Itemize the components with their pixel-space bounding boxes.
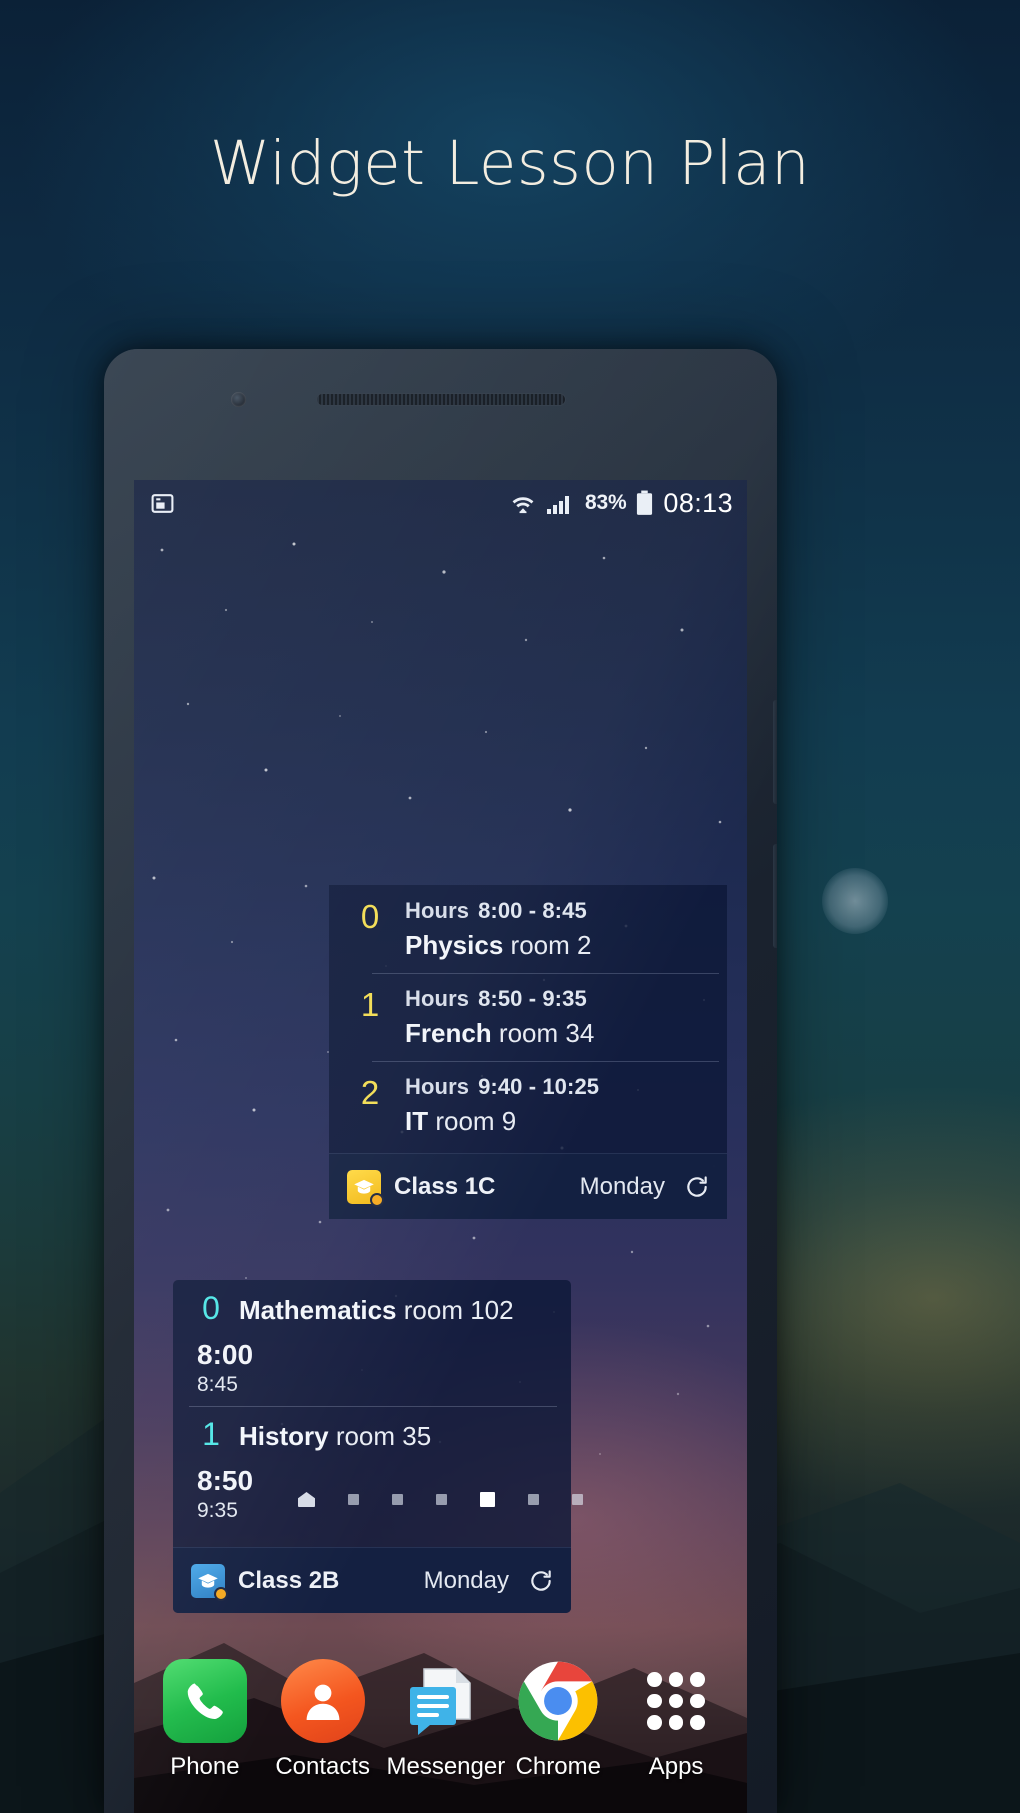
page-dot-6[interactable]	[572, 1494, 583, 1505]
lesson-subject: French	[405, 1018, 492, 1048]
page-dot-2[interactable]	[392, 1494, 403, 1505]
phone-icon	[162, 1659, 247, 1743]
widget-day-label: Monday	[579, 1172, 665, 1200]
widget-2b-footer[interactable]: Class 2B Monday	[173, 1547, 571, 1613]
lesson-header: 0 Mathematics room 102	[183, 1290, 557, 1327]
lesson-room: room 34	[498, 1018, 595, 1048]
lesson-room: room 35	[335, 1421, 432, 1451]
lesson-start-time: 8:00	[197, 1339, 254, 1370]
lesson-details: Hours 8:50 - 9:35 French room 34	[393, 986, 594, 1049]
refresh-icon[interactable]	[683, 1173, 711, 1201]
lesson-index: 1	[202, 1416, 220, 1452]
dock-label: Messenger	[386, 1753, 506, 1780]
graduation-cap-icon	[347, 1169, 384, 1207]
lesson-subject: Mathematics	[239, 1295, 397, 1325]
lesson-hours: Hours 8:50 - 9:35	[405, 986, 594, 1012]
hours-value: 9:40 - 10:25	[478, 1074, 600, 1099]
widget-class-label: Class 1C	[394, 1172, 496, 1200]
lesson-subject-line: IT room 9	[405, 1106, 599, 1137]
lesson-room: room 2	[510, 930, 592, 960]
widget-badge	[370, 1192, 384, 1207]
lesson-row[interactable]: 2 Hours 9:40 - 10:25 IT room 9	[329, 1061, 727, 1149]
lesson-subject-line: Physics room 2	[405, 930, 591, 961]
battery-percent-label: 83%	[584, 491, 627, 514]
lesson-index: 1	[360, 986, 380, 1023]
lesson-hours: Hours 8:00 - 8:45	[405, 898, 591, 924]
widget-day-label: Monday	[423, 1566, 509, 1594]
dock-label: Contacts	[275, 1753, 371, 1780]
wifi-icon	[512, 497, 534, 514]
messenger-icon	[398, 1659, 482, 1743]
battery-icon	[637, 490, 653, 515]
widget-class-label: Class 2B	[238, 1566, 340, 1594]
lesson-subject-line: French room 34	[405, 1018, 594, 1049]
lesson-room: room 102	[403, 1295, 514, 1325]
dock-item-messenger[interactable]: Messenger	[386, 1659, 506, 1781]
page-dot-1[interactable]	[348, 1494, 359, 1505]
dock: Phone Contacts Messenger Chrome Apps	[134, 1641, 747, 1813]
graduation-cap-icon	[191, 1563, 228, 1601]
screenshot-icon	[151, 493, 174, 513]
refresh-icon[interactable]	[527, 1567, 555, 1595]
lesson-index: 2	[360, 1074, 380, 1111]
hours-label: Hours	[405, 1074, 470, 1099]
widget-badge	[214, 1586, 228, 1601]
hours-label: Hours	[405, 986, 470, 1011]
widget-1c-lesson-list: 0 Hours 8:00 - 8:45 Physics room 2 1 Hou…	[329, 885, 727, 1149]
status-bar-right: 83% 08:13	[509, 488, 733, 519]
lesson-index: 0	[360, 898, 380, 935]
apps-grid-icon	[634, 1659, 718, 1743]
page-dot-5[interactable]	[528, 1494, 539, 1505]
widget-class-1c[interactable]: 0 Hours 8:00 - 8:45 Physics room 2 1 Hou…	[329, 885, 727, 1219]
dock-label: Phone	[170, 1753, 240, 1780]
page-dot-3[interactable]	[436, 1494, 447, 1505]
contacts-icon	[280, 1659, 365, 1743]
hours-value: 8:00 - 8:45	[478, 898, 587, 923]
widget-class-2b[interactable]: 0 Mathematics room 102 8:00 8:45 1 Histo…	[173, 1280, 571, 1613]
page-dot-home[interactable]	[298, 1492, 315, 1507]
lesson-subject: Physics	[405, 930, 504, 960]
volume-up-button[interactable]	[773, 700, 777, 804]
lesson-hours: Hours 9:40 - 10:25	[405, 1074, 599, 1100]
clock-label: 08:13	[663, 487, 733, 518]
lesson-subject-line: Mathematics room 102	[239, 1295, 514, 1326]
page-title: Widget Lesson Plan	[209, 128, 811, 199]
lesson-row[interactable]: 1 Hours 8:50 - 9:35 French room 34	[329, 973, 727, 1061]
dock-item-contacts[interactable]: Contacts	[269, 1659, 377, 1781]
lesson-details: Hours 9:40 - 10:25 IT room 9	[393, 1074, 599, 1137]
dock-label: Apps	[648, 1753, 704, 1780]
dock-item-phone[interactable]: Phone	[151, 1659, 259, 1781]
dock-item-chrome[interactable]: Chrome	[504, 1659, 612, 1781]
signal-icon	[546, 496, 569, 514]
lesson-room: room 9	[435, 1106, 517, 1136]
lesson-end-time: 8:45	[197, 1373, 238, 1396]
lesson-subject-line: History room 35	[239, 1421, 431, 1452]
phone-device: 83% 08:13 0 Hours 8:00 - 8:45 Physics ro…	[104, 349, 777, 1813]
phone-screen[interactable]: 83% 08:13 0 Hours 8:00 - 8:45 Physics ro…	[134, 480, 747, 1813]
lesson-header: 1 History room 35	[183, 1416, 557, 1453]
lesson-index: 0	[202, 1290, 220, 1326]
hours-value: 8:50 - 9:35	[478, 986, 587, 1011]
lesson-row[interactable]: 0 Mathematics room 102 8:00 8:45	[173, 1280, 571, 1406]
volume-down-button[interactable]	[773, 844, 777, 948]
hours-label: Hours	[405, 898, 470, 923]
chrome-icon	[516, 1659, 600, 1743]
dock-item-apps[interactable]: Apps	[622, 1659, 730, 1781]
front-camera-icon	[231, 392, 246, 407]
dock-label: Chrome	[515, 1753, 601, 1780]
background-sun	[822, 868, 888, 934]
lesson-subject: IT	[405, 1106, 429, 1136]
lesson-row[interactable]: 1 History room 35 8:50 9:35	[173, 1406, 571, 1532]
widget-1c-footer[interactable]: Class 1C Monday	[329, 1153, 727, 1219]
status-bar-left	[150, 491, 175, 516]
lesson-details: Hours 8:00 - 8:45 Physics room 2	[393, 898, 591, 961]
status-bar[interactable]: 83% 08:13	[134, 480, 747, 526]
lesson-subject: History	[239, 1421, 329, 1451]
page-dot-active[interactable]	[480, 1492, 495, 1507]
earpiece-speaker	[316, 393, 566, 406]
page-indicator	[134, 1492, 747, 1507]
lesson-row[interactable]: 0 Hours 8:00 - 8:45 Physics room 2	[329, 885, 727, 973]
